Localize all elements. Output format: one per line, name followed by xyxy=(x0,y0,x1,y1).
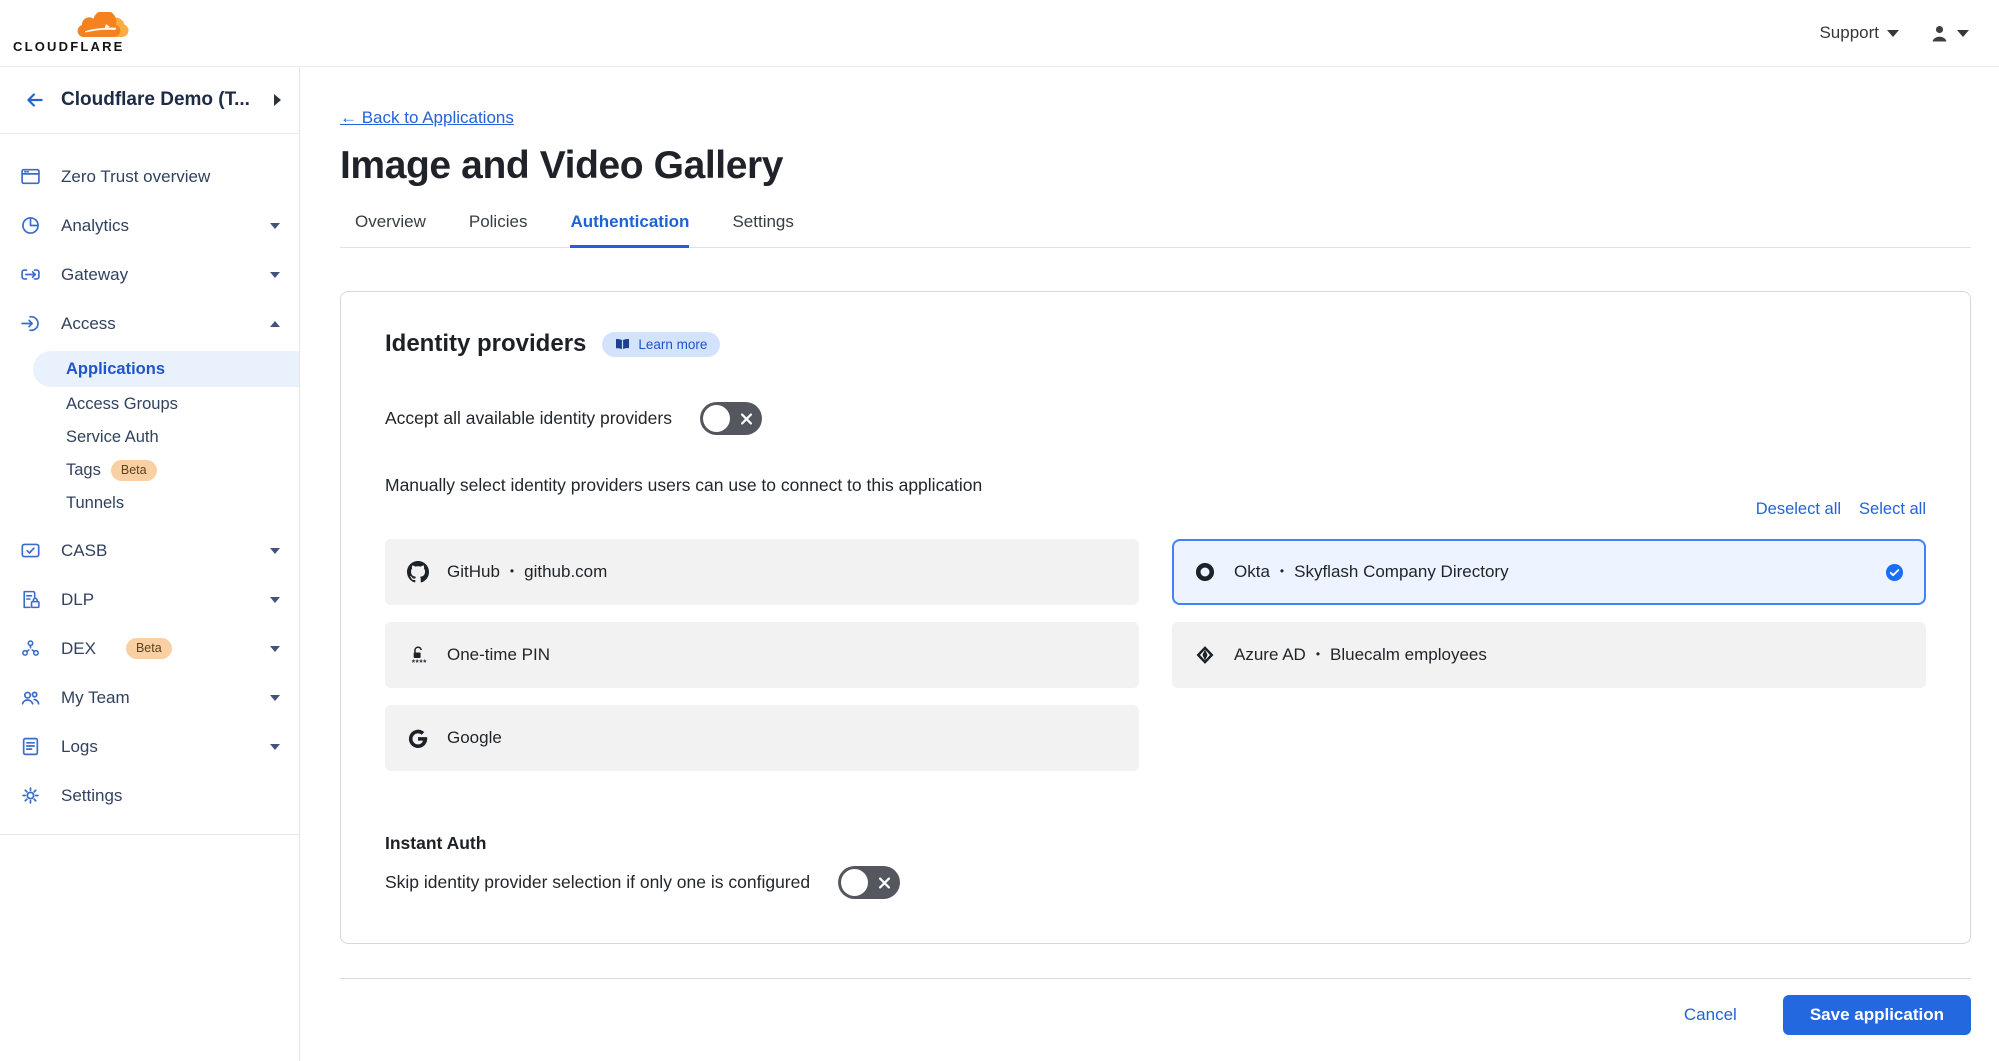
sidebar: Cloudflare Demo (T... Zero Trust overvie… xyxy=(0,67,300,1061)
google-icon xyxy=(407,726,429,750)
account-name: Cloudflare Demo (T... xyxy=(61,89,259,111)
access-icon xyxy=(20,313,41,334)
toggle-off-x-icon xyxy=(878,876,891,889)
sidebar-item-tunnels[interactable]: Tunnels xyxy=(0,487,299,520)
beta-badge: Beta xyxy=(126,638,172,659)
sidebar-nav: Zero Trust overview Analytics Gateway Ac… xyxy=(0,134,299,820)
chevron-right-icon xyxy=(274,94,281,106)
logs-document-icon xyxy=(20,736,41,757)
manual-select-label: Manually select identity providers users… xyxy=(385,475,1926,496)
sidebar-item-gateway[interactable]: Gateway xyxy=(0,250,299,299)
support-label: Support xyxy=(1819,23,1879,43)
deselect-all-link[interactable]: Deselect all xyxy=(1756,500,1841,519)
chevron-down-icon[interactable] xyxy=(270,597,280,603)
chevron-up-icon[interactable] xyxy=(270,321,280,327)
back-to-applications-link[interactable]: ← Back to Applications xyxy=(340,108,514,128)
dex-network-icon xyxy=(20,638,41,659)
providers-grid: GitHub • github.com Okta • Skyflash Comp… xyxy=(385,539,1926,771)
people-icon xyxy=(20,687,41,708)
sidebar-item-dex[interactable]: DEX Beta xyxy=(0,624,299,673)
instant-auth-label: Skip identity provider selection if only… xyxy=(385,872,810,893)
chevron-down-icon[interactable] xyxy=(270,744,280,750)
toggle-knob xyxy=(703,405,730,432)
casb-icon xyxy=(20,540,41,561)
chevron-down-icon[interactable] xyxy=(270,646,280,652)
github-icon xyxy=(407,559,429,585)
instant-auth-toggle[interactable] xyxy=(838,866,900,899)
sidebar-item-service-auth[interactable]: Service Auth xyxy=(0,421,299,454)
document-lock-icon xyxy=(20,589,41,610)
sidebar-item-zero-trust-overview[interactable]: Zero Trust overview xyxy=(0,152,299,201)
sidebar-item-access-groups[interactable]: Access Groups xyxy=(0,388,299,421)
user-icon xyxy=(1929,23,1950,44)
learn-more-badge[interactable]: Learn more xyxy=(602,332,720,357)
footer-divider xyxy=(340,978,1971,979)
chevron-down-icon[interactable] xyxy=(270,548,280,554)
gear-icon xyxy=(20,785,41,806)
instant-auth-heading: Instant Auth xyxy=(385,833,1926,854)
chevron-down-icon xyxy=(1887,30,1899,37)
tab-overview[interactable]: Overview xyxy=(355,212,426,248)
provider-tile-azure-ad[interactable]: Azure AD • Bluecalm employees xyxy=(1172,622,1926,688)
sidebar-item-analytics[interactable]: Analytics xyxy=(0,201,299,250)
learn-more-label: Learn more xyxy=(638,337,707,352)
sidebar-item-casb[interactable]: CASB xyxy=(0,526,299,575)
support-menu[interactable]: Support xyxy=(1819,23,1899,43)
accept-all-label: Accept all available identity providers xyxy=(385,408,672,429)
tab-authentication[interactable]: Authentication xyxy=(570,212,689,248)
sidebar-item-tags[interactable]: TagsBeta xyxy=(0,454,299,487)
provider-tile-github[interactable]: GitHub • github.com xyxy=(385,539,1139,605)
azure-ad-icon xyxy=(1194,643,1216,667)
sidebar-item-my-team[interactable]: My Team xyxy=(0,673,299,722)
sidebar-subnav: ApplicationsAccess GroupsService AuthTag… xyxy=(0,348,299,526)
page-title: Image and Video Gallery xyxy=(340,144,1971,188)
selected-check-icon xyxy=(1885,563,1904,582)
back-arrow-icon xyxy=(24,89,46,111)
book-icon xyxy=(615,338,630,351)
main-content: ← Back to Applications Image and Video G… xyxy=(300,67,1999,1061)
accept-all-toggle[interactable] xyxy=(700,402,762,435)
beta-badge: Beta xyxy=(111,460,157,481)
cloudflare-wordmark: CLOUDFLARE xyxy=(13,39,125,54)
pie-chart-icon xyxy=(20,215,41,236)
chevron-down-icon xyxy=(1957,30,1969,37)
cloudflare-logo[interactable]: CLOUDFLARE xyxy=(13,12,129,54)
tab-settings[interactable]: Settings xyxy=(732,212,793,248)
top-bar: CLOUDFLARE Support xyxy=(0,0,1999,67)
sidebar-header[interactable]: Cloudflare Demo (T... xyxy=(0,67,299,134)
save-application-button[interactable]: Save application xyxy=(1783,995,1971,1035)
cancel-button[interactable]: Cancel xyxy=(1684,1005,1737,1025)
select-all-link[interactable]: Select all xyxy=(1859,500,1926,519)
toggle-knob xyxy=(841,869,868,896)
provider-tile-google[interactable]: Google xyxy=(385,705,1139,771)
toggle-off-x-icon xyxy=(740,412,753,425)
chevron-down-icon[interactable] xyxy=(270,223,280,229)
chevron-down-icon[interactable] xyxy=(270,272,280,278)
provider-tile-okta[interactable]: Okta • Skyflash Company Directory xyxy=(1172,539,1926,605)
provider-tile-one-time-pin[interactable]: **** One-time PIN xyxy=(385,622,1139,688)
gateway-icon xyxy=(20,264,41,285)
sidebar-item-applications[interactable]: Applications xyxy=(33,351,299,387)
user-menu[interactable] xyxy=(1929,23,1969,44)
chevron-down-icon[interactable] xyxy=(270,695,280,701)
one-time-pin-lock-icon: **** xyxy=(407,642,429,669)
sidebar-item-access[interactable]: Access xyxy=(0,299,299,348)
tab-policies[interactable]: Policies xyxy=(469,212,528,248)
cloudflare-cloud-icon xyxy=(75,12,129,38)
okta-icon xyxy=(1194,559,1216,585)
identity-providers-card: Identity providers Learn more Accept all… xyxy=(340,291,1971,944)
svg-text:****: **** xyxy=(412,657,427,667)
browser-window-icon xyxy=(20,166,41,187)
sidebar-item-dlp[interactable]: DLP xyxy=(0,575,299,624)
tabs: Overview Policies Authentication Settings xyxy=(340,212,1971,248)
sidebar-item-logs[interactable]: Logs xyxy=(0,722,299,771)
sidebar-divider xyxy=(0,834,299,835)
card-heading: Identity providers xyxy=(385,330,586,358)
sidebar-item-settings[interactable]: Settings xyxy=(0,771,299,820)
